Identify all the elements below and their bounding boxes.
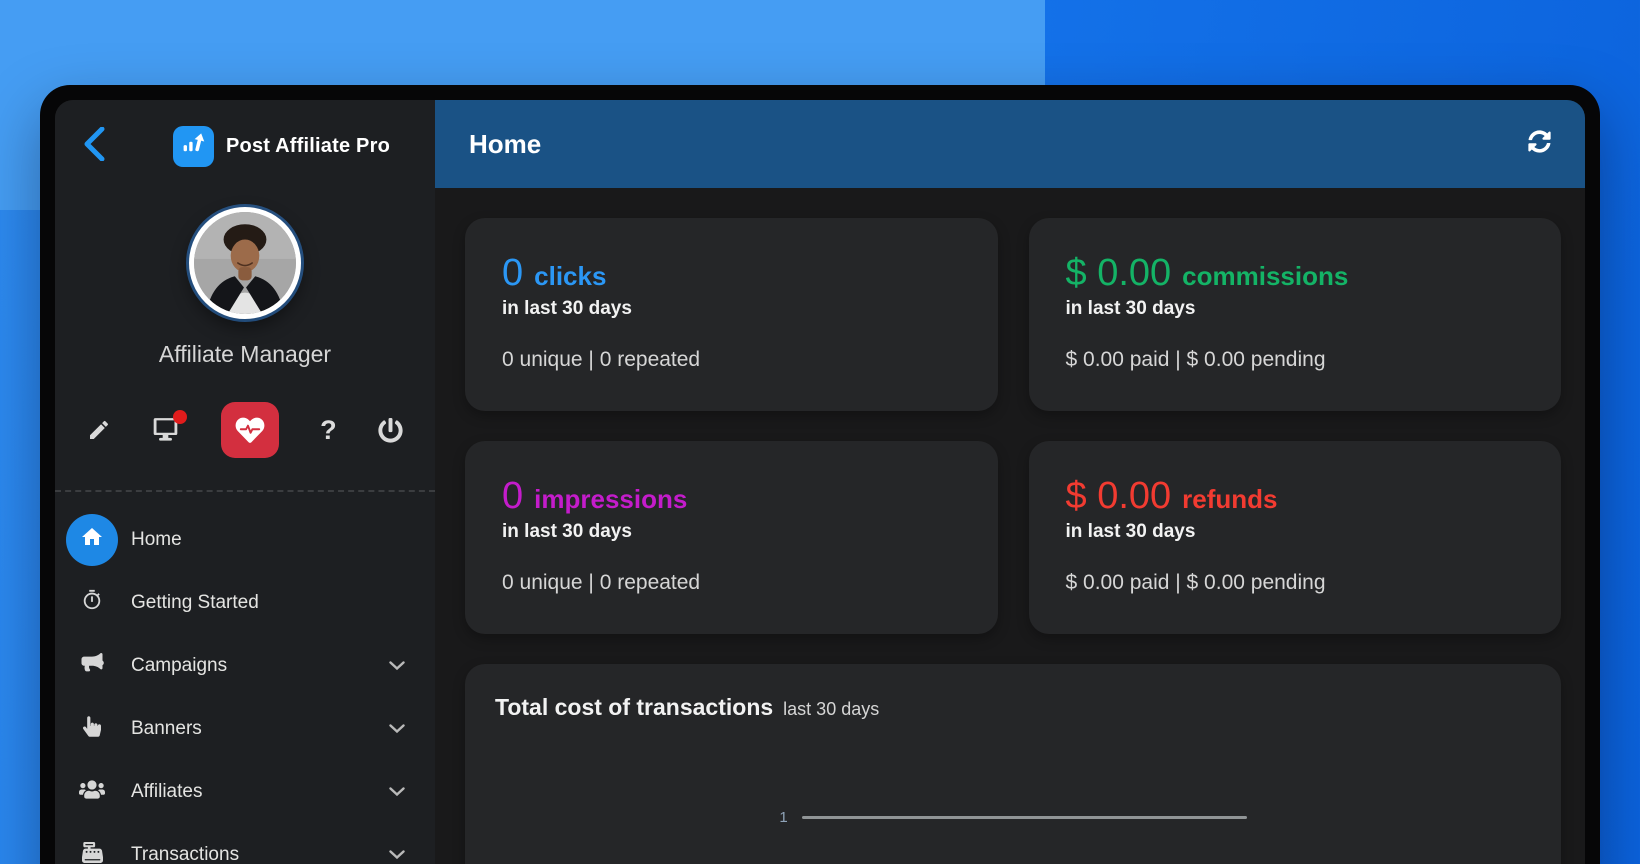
chart-title: Total cost of transactions [495, 694, 773, 721]
home-icon [80, 525, 104, 554]
growth-chart-icon [180, 131, 207, 163]
impressions-detail: 0 unique | 0 repeated [502, 571, 962, 595]
heart-pulse-icon [235, 417, 265, 444]
app-logo [173, 126, 214, 167]
user-role: Affiliate Manager [55, 341, 435, 368]
logout-button[interactable] [378, 418, 403, 443]
users-icon [79, 779, 105, 805]
refunds-period: in last 30 days [1066, 521, 1526, 543]
pencil-icon [87, 418, 111, 442]
page-header: Home [435, 100, 1585, 188]
sidebar-item-label: Banners [131, 718, 389, 740]
dashboard-content: 0 clicks in last 30 days 0 unique | 0 re… [435, 188, 1585, 864]
sidebar-item-label: Campaigns [131, 655, 389, 677]
refunds-detail: $ 0.00 paid | $ 0.00 pending [1066, 571, 1526, 595]
refresh-icon [1528, 130, 1551, 158]
commissions-period: in last 30 days [1066, 298, 1526, 320]
chart-subtitle: last 30 days [783, 699, 879, 720]
clicks-unit: clicks [534, 261, 606, 292]
stopwatch-icon [81, 588, 103, 617]
brand-name: Post Affiliate Pro [226, 135, 390, 158]
refunds-unit: refunds [1182, 484, 1277, 515]
sidebar-item-banners[interactable]: Banners [55, 697, 435, 760]
chevron-down-icon [389, 787, 405, 797]
refresh-button[interactable] [1528, 130, 1551, 158]
stat-grid: 0 clicks in last 30 days 0 unique | 0 re… [465, 218, 1561, 634]
chevron-down-icon [389, 850, 405, 860]
sidebar-item-transactions[interactable]: Transactions [55, 823, 435, 864]
impressions-value: 0 [502, 477, 523, 517]
commissions-detail: $ 0.00 paid | $ 0.00 pending [1066, 348, 1526, 372]
power-icon [378, 418, 403, 443]
commissions-unit: commissions [1182, 261, 1348, 292]
commissions-card: $ 0.00 commissions in last 30 days $ 0.0… [1029, 218, 1562, 411]
health-status-button[interactable] [221, 402, 279, 458]
clicks-value: 0 [502, 254, 523, 294]
sidebar-item-getting-started[interactable]: Getting Started [55, 571, 435, 634]
sidebar-item-campaigns[interactable]: Campaigns [55, 634, 435, 697]
commissions-value: $ 0.00 [1066, 254, 1172, 294]
sidebar-item-label: Transactions [131, 844, 389, 864]
refunds-card: $ 0.00 refunds in last 30 days $ 0.00 pa… [1029, 441, 1562, 634]
collapse-sidebar-button[interactable] [83, 129, 113, 165]
transactions-chart-card: Total cost of transactions last 30 days … [465, 664, 1561, 864]
sidebar-item-label: Getting Started [131, 592, 405, 614]
main-area: Home 0 clicks in last 30 days 0 u [435, 100, 1585, 864]
sidebar-item-affiliates[interactable]: Affiliates [55, 760, 435, 823]
notification-dot [173, 410, 187, 424]
impressions-unit: impressions [534, 484, 687, 515]
chart-tick-label: 1 [779, 809, 787, 826]
cash-register-icon [82, 842, 103, 864]
chevron-down-icon [389, 661, 405, 671]
sidebar-brand-row: Post Affiliate Pro [55, 100, 435, 167]
impressions-period: in last 30 days [502, 521, 962, 543]
sidebar: Post Affiliate Pro [55, 100, 435, 864]
hand-pointer-icon [83, 716, 101, 742]
active-item-highlight [66, 514, 118, 566]
chart-area: 1 [495, 809, 1531, 826]
app-window: Post Affiliate Pro [40, 85, 1600, 864]
sidebar-item-home[interactable]: Home [55, 508, 435, 571]
question-mark-icon: ? [320, 415, 337, 446]
chart-flat-line [802, 816, 1247, 819]
desktop-notifications-button[interactable] [152, 418, 179, 443]
chevron-down-icon [389, 724, 405, 734]
help-button[interactable]: ? [320, 415, 337, 446]
clicks-period: in last 30 days [502, 298, 962, 320]
refunds-value: $ 0.00 [1066, 477, 1172, 517]
clicks-detail: 0 unique | 0 repeated [502, 348, 962, 372]
sidebar-nav: Home Getting Started [55, 492, 435, 864]
avatar-wrap [55, 207, 435, 319]
clicks-card: 0 clicks in last 30 days 0 unique | 0 re… [465, 218, 998, 411]
edit-profile-button[interactable] [87, 418, 111, 442]
megaphone-icon [80, 653, 104, 679]
chevron-left-icon [83, 127, 105, 166]
sidebar-item-label: Home [131, 529, 405, 551]
sidebar-item-label: Affiliates [131, 781, 389, 803]
app-frame: Post Affiliate Pro [55, 100, 1585, 864]
page-title: Home [469, 129, 1528, 160]
impressions-card: 0 impressions in last 30 days 0 unique |… [465, 441, 998, 634]
avatar[interactable] [189, 207, 301, 319]
sidebar-toolbar: ? [55, 400, 435, 460]
